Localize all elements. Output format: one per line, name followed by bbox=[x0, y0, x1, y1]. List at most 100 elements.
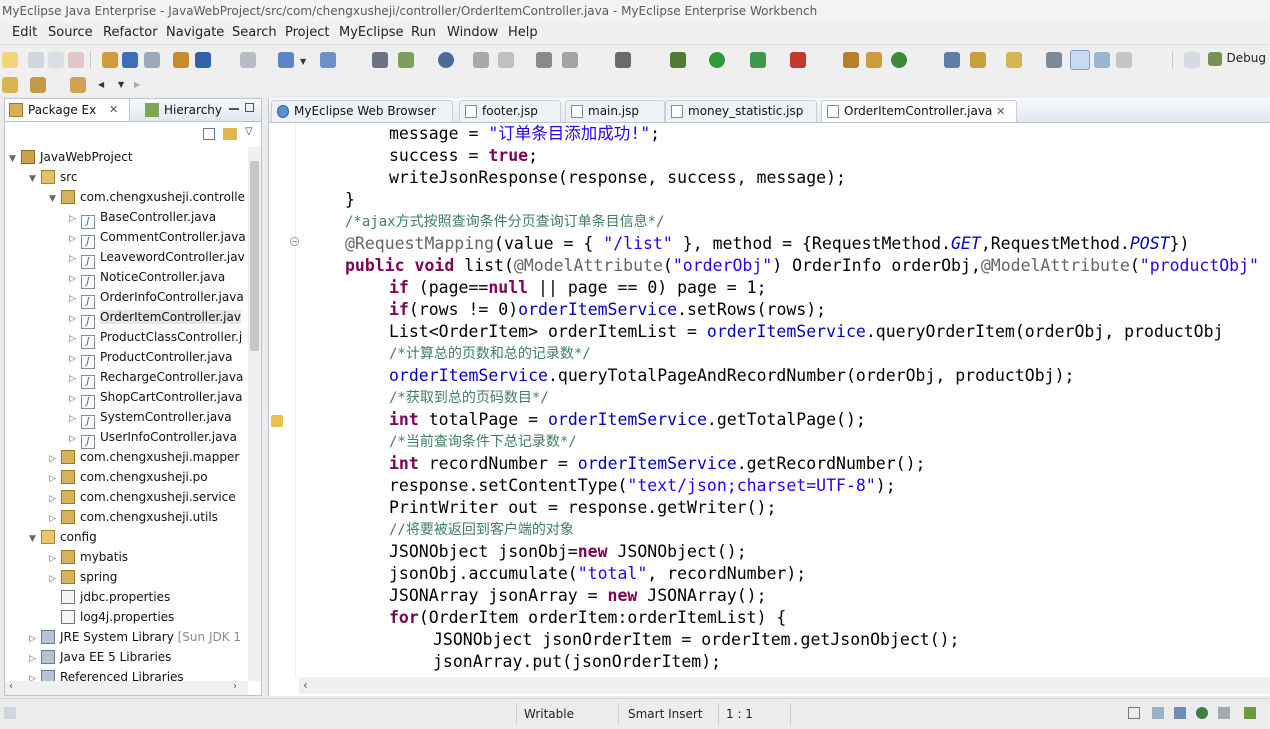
tab-package-explorer[interactable]: Package Ex ✕ bbox=[5, 99, 130, 121]
save-all-icon[interactable] bbox=[48, 52, 64, 68]
show-whitespace-icon[interactable] bbox=[1116, 52, 1132, 68]
problems-icon[interactable] bbox=[1174, 707, 1186, 719]
close-icon[interactable]: ✕ bbox=[109, 99, 118, 121]
menu-run[interactable]: Run bbox=[411, 22, 436, 44]
menu-source[interactable]: Source bbox=[48, 22, 93, 44]
tree-item-file[interactable]: jdbc.properties bbox=[61, 587, 170, 607]
maximize-icon[interactable] bbox=[245, 103, 254, 112]
tree-scrollbar-thumb[interactable] bbox=[250, 161, 259, 351]
new-package-icon[interactable] bbox=[866, 52, 882, 68]
link-with-editor-icon[interactable] bbox=[223, 128, 237, 140]
debug-bug-icon[interactable] bbox=[670, 52, 686, 68]
tree-item-library[interactable]: ▷ Java EE 5 Libraries bbox=[29, 647, 171, 667]
menu-navigate[interactable]: Navigate bbox=[166, 22, 224, 44]
new-icon[interactable] bbox=[2, 52, 18, 68]
tree-item-file[interactable]: ▷ J RechargeController.java bbox=[69, 367, 243, 389]
report-icon[interactable] bbox=[398, 52, 414, 68]
tree-item-src[interactable]: ▼ src bbox=[29, 167, 78, 187]
tree-item-file-selected[interactable]: ▷ J OrderItemController.jav bbox=[69, 307, 241, 329]
trim-stack-icon[interactable] bbox=[1128, 707, 1140, 719]
run-config-icon[interactable] bbox=[750, 52, 766, 68]
menu-search[interactable]: Search bbox=[232, 22, 277, 44]
tree-item-library[interactable]: ▷ JRE System Library [Sun JDK 1 bbox=[29, 627, 241, 647]
tab-web-browser[interactable]: MyEclipse Web Browser bbox=[271, 100, 453, 122]
open-perspective-icon[interactable] bbox=[1184, 52, 1200, 68]
tree-item-file[interactable]: ▷ J ProductClassController.j bbox=[69, 327, 242, 349]
scroll-left-icon[interactable]: ‹ bbox=[9, 681, 13, 692]
new-class-icon[interactable] bbox=[843, 52, 859, 68]
new-interface-icon[interactable] bbox=[891, 52, 907, 68]
package-icon[interactable] bbox=[195, 52, 211, 68]
tasks-icon[interactable] bbox=[1218, 707, 1230, 719]
open-type-icon[interactable] bbox=[102, 52, 118, 68]
deploy-icon[interactable] bbox=[173, 52, 189, 68]
save-icon[interactable] bbox=[28, 52, 44, 68]
progress-icon[interactable] bbox=[1244, 707, 1256, 719]
collapse-all-icon[interactable] bbox=[203, 128, 215, 140]
tree-item-package[interactable]: ▼ com.chengxusheji.controlle bbox=[49, 187, 245, 207]
search-tool-icon[interactable] bbox=[970, 52, 986, 68]
tool2-icon[interactable] bbox=[562, 52, 578, 68]
last-edit-icon[interactable] bbox=[70, 77, 86, 93]
tree-item-file[interactable]: ▷ J UserInfoController.java bbox=[69, 427, 237, 449]
tree-horizontal-scrollbar[interactable]: ‹ › bbox=[5, 681, 248, 695]
minimize-icon[interactable] bbox=[229, 108, 239, 110]
tree-item-package[interactable]: ▷ spring bbox=[49, 567, 117, 587]
tab-hierarchy[interactable]: Hierarchy bbox=[141, 99, 223, 121]
tree-item-library[interactable]: ▷ Referenced Libraries bbox=[29, 667, 184, 681]
tool-icon[interactable] bbox=[536, 52, 552, 68]
back-nav-icon[interactable] bbox=[473, 52, 489, 68]
tab-money-statistic-jsp[interactable]: money_statistic.jsp bbox=[665, 100, 817, 122]
fast-view-icon[interactable] bbox=[4, 707, 16, 719]
tree-item-file[interactable]: ▷ J SystemController.java bbox=[69, 407, 232, 429]
server-icon[interactable] bbox=[144, 52, 160, 68]
tree-item-file[interactable]: ▷ J CommentController.java bbox=[69, 227, 246, 249]
web-icon[interactable] bbox=[240, 52, 256, 68]
back-icon[interactable]: ◀ bbox=[98, 80, 104, 89]
menu-edit[interactable]: Edit bbox=[12, 22, 37, 44]
tree-item-file[interactable]: ▷ J ProductController.java bbox=[69, 347, 232, 369]
tree-item-package[interactable]: ▷ mybatis bbox=[49, 547, 128, 567]
tree-item-folder[interactable]: ▼ config bbox=[29, 527, 97, 547]
annotation-icon[interactable] bbox=[1046, 52, 1062, 68]
view-menu-icon[interactable]: ▽ bbox=[245, 126, 253, 137]
forward-icon[interactable]: ▶ bbox=[134, 80, 140, 89]
block-selection-icon[interactable] bbox=[1094, 52, 1110, 68]
wizard-icon[interactable] bbox=[278, 52, 294, 68]
tree-item-file[interactable]: log4j.properties bbox=[61, 607, 174, 627]
next-annotation-icon[interactable] bbox=[2, 77, 18, 93]
menu-project[interactable]: Project bbox=[285, 22, 329, 44]
menu-myeclipse[interactable]: MyEclipse bbox=[339, 22, 404, 44]
tab-footer-jsp[interactable]: footer.jsp bbox=[459, 100, 561, 122]
dropdown-icon[interactable]: ▼ bbox=[300, 57, 306, 66]
servers-icon[interactable] bbox=[1196, 707, 1208, 719]
scroll-right-icon[interactable]: › bbox=[233, 681, 237, 692]
camera-icon[interactable] bbox=[615, 52, 631, 68]
wizard2-icon[interactable] bbox=[320, 52, 336, 68]
mark-occurrences-icon[interactable] bbox=[1070, 50, 1090, 70]
tree-item-project[interactable]: ▼ JavaWebProject bbox=[9, 147, 133, 167]
menu-window[interactable]: Window bbox=[447, 22, 498, 44]
tree-item-package[interactable]: ▷ com.chengxusheji.service bbox=[49, 487, 236, 507]
console-icon[interactable] bbox=[1152, 707, 1164, 719]
tree-item-file[interactable]: ▷ J ShopCartController.java bbox=[69, 387, 242, 409]
menu-refactor[interactable]: Refactor bbox=[103, 22, 158, 44]
open-folder-icon[interactable] bbox=[1006, 52, 1022, 68]
print-icon[interactable] bbox=[68, 52, 84, 68]
tab-main-jsp[interactable]: main.jsp bbox=[565, 100, 665, 122]
debug-perspective-label[interactable]: Debug bbox=[1227, 51, 1266, 65]
tree-item-file[interactable]: ▷ J OrderInfoController.java bbox=[69, 287, 244, 309]
external-tools-icon[interactable] bbox=[790, 52, 806, 68]
back-dropdown-icon[interactable]: ▼ bbox=[118, 80, 124, 89]
tree-item-file[interactable]: ▷ J LeavewordController.jav bbox=[69, 247, 245, 269]
globe-icon[interactable] bbox=[438, 52, 454, 68]
warning-marker-icon[interactable] bbox=[271, 415, 283, 427]
editor-horizontal-scrollbar[interactable]: ‹ bbox=[299, 677, 1270, 694]
debug-perspective-icon[interactable] bbox=[1208, 52, 1222, 66]
tree-item-package[interactable]: ▷ com.chengxusheji.mapper bbox=[49, 447, 239, 467]
run-icon[interactable] bbox=[709, 52, 725, 68]
tree-item-file[interactable]: ▷ J NoticeController.java bbox=[69, 267, 225, 289]
tree-item-package[interactable]: ▷ com.chengxusheji.utils bbox=[49, 507, 218, 527]
fold-collapse-icon[interactable]: − bbox=[290, 237, 299, 246]
close-tab-icon[interactable]: ✕ bbox=[996, 105, 1005, 118]
